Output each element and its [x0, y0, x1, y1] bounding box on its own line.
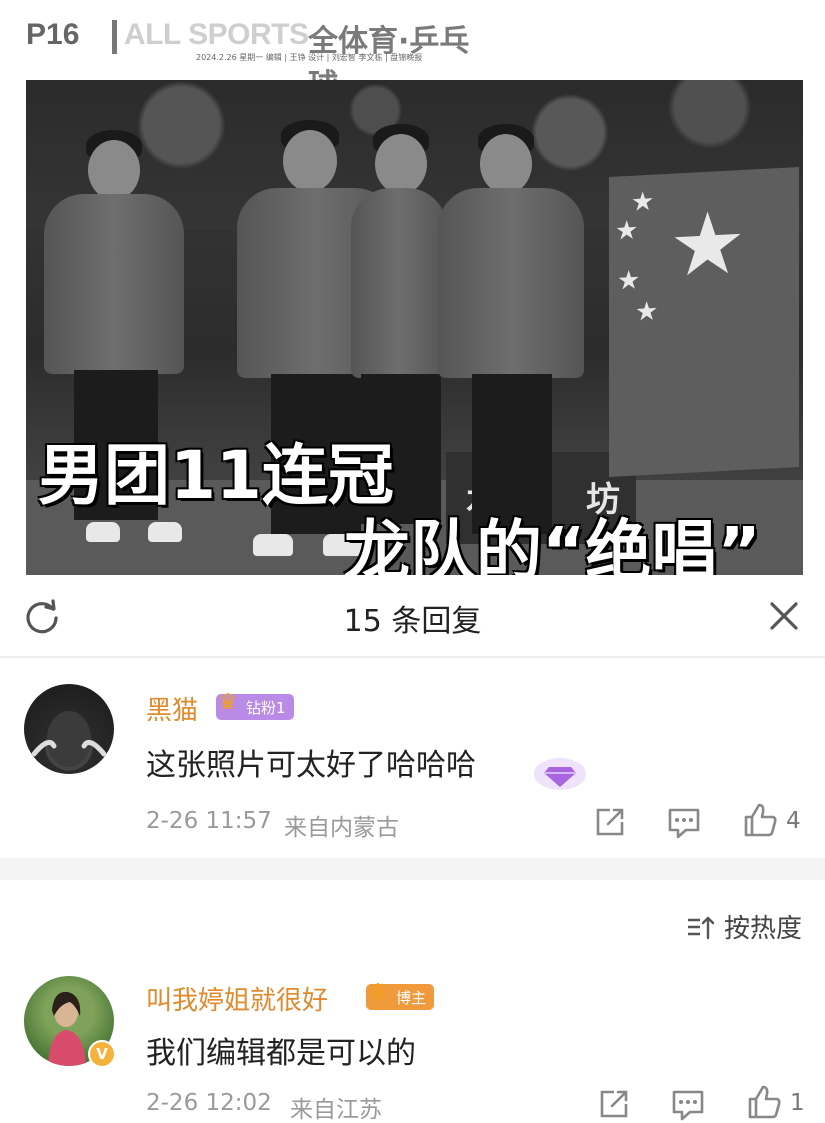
- blogger-badge: ♛ 博主: [366, 980, 435, 1010]
- newspaper-meta: 2024.2.26 星期一 编辑 | 王铮 设计 | 刘宏智 李文栋 | 盘锦晚…: [196, 53, 423, 62]
- comment-text: 这张照片可太好了哈哈哈: [146, 748, 476, 783]
- comment-time: 2-26 11:57: [146, 808, 272, 834]
- replies-count-title: 15 条回复: [343, 604, 482, 639]
- badge-label: 钻粉1: [246, 699, 286, 717]
- like-count: 4: [786, 808, 801, 834]
- flag-small-star: ★: [615, 215, 639, 247]
- comment-location: 来自江苏: [290, 1097, 382, 1123]
- flag-small-star: ★: [635, 296, 659, 328]
- flag-small-star: ★: [617, 265, 641, 297]
- username[interactable]: 叫我婷姐就很好: [146, 980, 328, 1017]
- comment-item: 黑猫 ♛ 钻粉1 这张照片可太好了哈哈哈 2-26 11:57 来自内蒙古 4: [0, 680, 825, 850]
- diamond-sticker-icon: [534, 758, 586, 790]
- page-number: P16: [26, 18, 80, 51]
- sort-icon: [688, 916, 715, 940]
- divider: [0, 656, 825, 658]
- replies-header: 15 条回复: [0, 578, 825, 654]
- reply-icon[interactable]: [664, 802, 704, 842]
- comment-location: 来自内蒙古: [284, 815, 399, 841]
- crown-icon: ♛: [218, 690, 238, 715]
- newspaper-header: P16 ALL SPORTS 全体育·乒乓球 2024.2.26 星期一 编辑 …: [26, 14, 486, 103]
- comment-item: V 叫我婷姐就很好 ♛ 博主 我们编辑都是可以的 2-26 12:02 来自江苏…: [0, 972, 825, 1123]
- flag-small-star: ★: [631, 186, 655, 218]
- share-icon[interactable]: [590, 802, 630, 842]
- username[interactable]: 黑猫: [146, 690, 198, 727]
- badge-label: 博主: [396, 989, 427, 1007]
- headline-line-1: 男团11连冠: [38, 437, 394, 514]
- flag: ★ ★ ★ ★ ★: [609, 167, 799, 477]
- post-photo[interactable]: 水 坊 ★ ★ ★ ★ ★ 男团11连冠 龙队的“绝唱”: [26, 80, 803, 575]
- close-icon[interactable]: [764, 596, 804, 636]
- flag-big-star: ★: [669, 192, 747, 297]
- like-icon[interactable]: [744, 1082, 784, 1122]
- header-separator: [112, 20, 117, 54]
- sort-label: 按热度: [724, 914, 803, 944]
- verified-badge-icon: V: [88, 1040, 116, 1068]
- comment-time: 2-26 12:02: [146, 1090, 272, 1116]
- avatar-image: [31, 711, 107, 767]
- headline-line-2: 龙队的“绝唱”: [344, 513, 761, 575]
- like-count: 1: [790, 1090, 805, 1116]
- like-icon[interactable]: [740, 800, 780, 840]
- crown-icon: ♛: [368, 980, 388, 1005]
- fan-badge: ♛ 钻粉1: [216, 690, 294, 720]
- section-name: ALL SPORTS: [124, 18, 309, 51]
- share-icon[interactable]: [594, 1084, 634, 1123]
- section-separator: [0, 858, 825, 880]
- comment-text: 我们编辑都是可以的: [146, 1036, 416, 1071]
- reply-icon[interactable]: [668, 1084, 708, 1123]
- avatar[interactable]: [24, 684, 114, 774]
